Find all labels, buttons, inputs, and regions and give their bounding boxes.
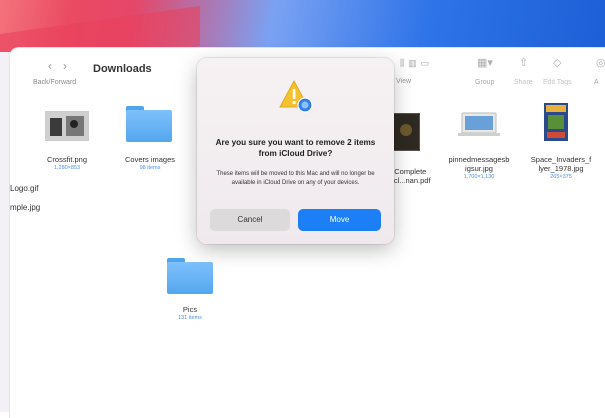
file-name-line2: igsur.jpg — [465, 164, 493, 173]
remove-confirmation-dialog: Are you sure you want to remove 2 items … — [197, 58, 394, 244]
group-icon[interactable]: ▦▾ — [477, 56, 493, 69]
folder-pics[interactable]: Pics 131 items — [150, 305, 230, 322]
warning-icon — [278, 78, 314, 114]
folder-icon[interactable] — [126, 106, 172, 142]
move-button[interactable]: Move — [298, 209, 381, 231]
file-name-line2: lyer_1978.jpg — [538, 164, 584, 173]
grid-view-icon[interactable]: ▥ — [408, 58, 417, 69]
file-meta: 1,280×853 — [53, 165, 81, 171]
file-crossfit[interactable]: Crossfit.png 1,280×853 — [28, 155, 106, 172]
dialog-title: Are you sure you want to remove 2 items … — [215, 138, 376, 158]
share-icon[interactable]: ⇧ — [519, 56, 528, 69]
file-name: Pics — [182, 305, 198, 314]
file-sample-jpg[interactable]: mple.jpg — [10, 203, 40, 212]
file-meta: 131 items — [178, 315, 202, 321]
pdf-thumbnail[interactable] — [392, 113, 420, 151]
more-icon[interactable]: ◎ — [596, 56, 605, 69]
view-buttons[interactable]: ⫼ ▥ ▭ — [400, 58, 433, 69]
view-label: View — [396, 78, 412, 85]
file-name: Crossfit.png — [46, 155, 88, 164]
gallery-view-icon[interactable]: ▭ — [421, 58, 430, 69]
more-label: A — [594, 79, 599, 86]
file-name-line1: pinnedmessagesb — [448, 155, 510, 164]
file-name: Covers images — [124, 155, 176, 164]
file-meta: 98 items — [139, 165, 161, 171]
nav-label: Back/Forward — [33, 79, 77, 86]
left-edge-strip — [0, 52, 9, 412]
file-pinnedmessages[interactable]: pinnedmessagesb igsur.jpg 1,700×1,130 — [438, 155, 520, 181]
cancel-button[interactable]: Cancel — [210, 209, 290, 231]
file-name-line1: Space_Invaders_f — [530, 155, 592, 164]
back-forward-arrows[interactable]: ‹› — [48, 59, 78, 73]
folder-icon[interactable] — [167, 258, 213, 294]
column-view-icon[interactable]: ⫼ — [400, 58, 404, 69]
space-invaders-thumbnail[interactable] — [544, 103, 568, 141]
tag-icon[interactable]: ◇ — [553, 56, 561, 69]
desktop-wallpaper — [0, 0, 605, 52]
window-title: Downloads — [93, 63, 152, 75]
forward-arrow-icon[interactable]: › — [63, 59, 78, 73]
file-meta: 265×375 — [550, 174, 572, 180]
file-space-invaders[interactable]: Space_Invaders_f lyer_1978.jpg 265×375 — [520, 155, 602, 181]
pinnedmessages-thumbnail[interactable] — [458, 111, 500, 139]
edit-tags-label: Edit Tags — [543, 79, 572, 86]
file-meta: 1,700×1,130 — [463, 174, 495, 180]
file-logo-gif[interactable]: Logo.gif — [10, 184, 38, 193]
crossfit-thumbnail[interactable] — [45, 111, 89, 141]
group-label: Group — [475, 79, 495, 86]
share-label: Share — [514, 79, 533, 86]
folder-covers-images[interactable]: Covers images 98 items — [110, 155, 190, 172]
back-arrow-icon[interactable]: ‹ — [48, 59, 63, 73]
dialog-message: These items will be moved to this Mac an… — [216, 171, 375, 186]
